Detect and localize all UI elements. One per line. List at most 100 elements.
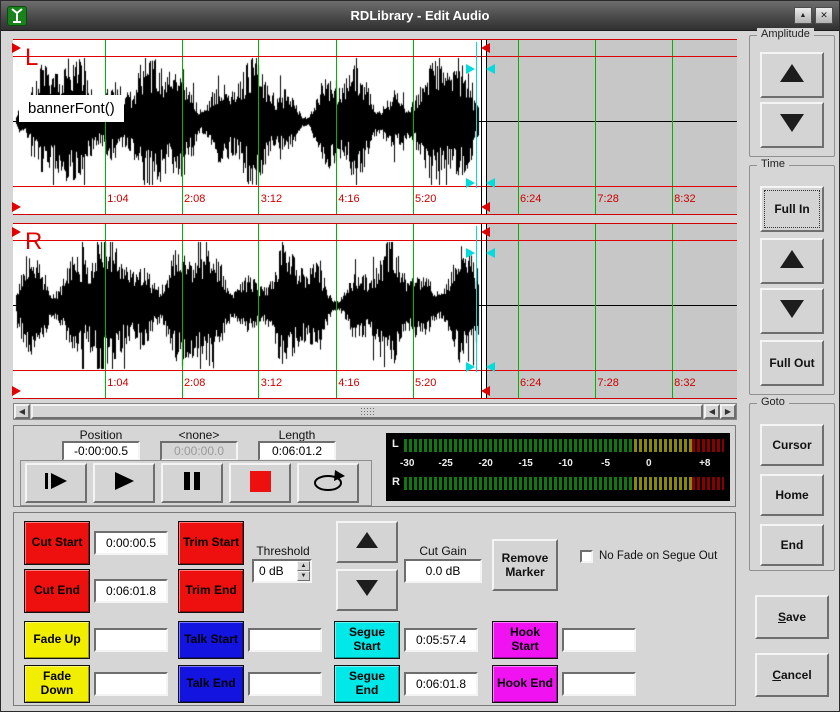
cut-start-marker[interactable] [12, 386, 21, 396]
hook-start-field[interactable] [562, 628, 636, 652]
talk-end-button[interactable]: Talk End [178, 665, 244, 703]
scroll-right-button[interactable]: ▶ [720, 404, 736, 419]
scroll-left-button-2[interactable]: ◀ [704, 404, 720, 419]
up-arrow-icon [779, 63, 805, 86]
threshold-spin-down[interactable]: ▼ [297, 571, 310, 581]
segue-end-marker[interactable] [486, 248, 495, 258]
remove-marker-button[interactable]: Remove Marker [492, 539, 558, 591]
gain-up-button[interactable] [336, 521, 398, 563]
trim-start-button[interactable]: Trim Start [178, 521, 244, 565]
cut-end-marker[interactable] [481, 227, 490, 237]
time-label: 5:20 [415, 193, 436, 205]
no-fade-label: No Fade on Segue Out [599, 550, 717, 562]
cut-start-field[interactable]: 0:00:00.5 [94, 531, 168, 555]
segue-end-field[interactable]: 0:06:01.8 [404, 672, 478, 696]
talk-start-button[interactable]: Talk Start [178, 621, 244, 659]
cut-end-button[interactable]: Cut End [24, 569, 90, 613]
talk-end-field[interactable] [248, 672, 322, 696]
meter-scale-label: -30 [400, 458, 414, 469]
amplitude-up-button[interactable] [760, 52, 824, 98]
goto-cursor-button[interactable]: Cursor [760, 424, 824, 466]
cut-start-marker[interactable] [12, 202, 21, 212]
segue-start-marker[interactable] [466, 64, 475, 74]
shade-button[interactable]: ▲ [794, 7, 812, 24]
time-zoom-out-button[interactable] [760, 288, 824, 334]
amplitude-down-button[interactable] [760, 102, 824, 148]
up-arrow-icon [355, 531, 379, 552]
cut-start-marker[interactable] [12, 43, 21, 53]
cut-end-line [481, 40, 482, 214]
segue-start-button[interactable]: Segue Start [334, 621, 400, 659]
cut-end-marker[interactable] [481, 202, 490, 212]
time-gridline [182, 224, 183, 398]
talk-start-field[interactable] [248, 628, 322, 652]
threshold-spin-up[interactable]: ▲ [297, 561, 310, 571]
meter-yellow-segments [634, 477, 692, 490]
threshold-label: Threshold [248, 544, 318, 558]
channel-label-left: L [25, 44, 38, 72]
segue-start-marker[interactable] [466, 178, 475, 188]
play-icon [113, 471, 135, 494]
waveform-panel-right[interactable]: 1:042:083:124:165:206:247:288:32 R [13, 223, 737, 399]
scroll-right-icon: ▶ [725, 407, 731, 416]
cut-end-field[interactable]: 0:06:01.8 [94, 579, 168, 603]
time-label: 1:04 [107, 193, 128, 205]
pause-button[interactable] [161, 463, 223, 503]
stop-button[interactable] [229, 463, 291, 503]
edit-markers-panel: Cut Start 0:00:00.5 Trim Start Cut End 0… [13, 512, 736, 706]
full-in-button[interactable]: Full In [760, 186, 824, 232]
amplitude-group: Amplitude [749, 35, 835, 157]
hook-end-field[interactable] [562, 672, 636, 696]
audio-meter: L -30-25-20-15-10-50+8 R [386, 433, 730, 501]
goto-end-button[interactable]: End [760, 524, 824, 566]
time-gridline [105, 40, 106, 214]
segue-end-marker[interactable] [486, 64, 495, 74]
trim-end-button[interactable]: Trim End [178, 569, 244, 613]
close-button[interactable]: ✕ [815, 7, 833, 24]
fade-down-button[interactable]: Fade Down [24, 665, 90, 703]
play-from-start-button[interactable] [25, 463, 87, 503]
cut-end-marker[interactable] [481, 386, 490, 396]
full-out-button[interactable]: Full Out [760, 340, 824, 386]
meter-scale-label: -20 [478, 458, 492, 469]
segue-end-button[interactable]: Segue End [334, 665, 400, 703]
time-gridline [518, 40, 519, 214]
scrollbar-thumb[interactable] [31, 404, 703, 419]
save-button[interactable]: Save [755, 595, 829, 639]
time-label: 6:24 [520, 193, 541, 205]
fade-up-button[interactable]: Fade Up [24, 621, 90, 659]
titlebar[interactable]: RDLibrary - Edit Audio ▲ ✕ [1, 1, 839, 31]
meter-red-segments [692, 477, 724, 490]
segue-start-marker[interactable] [466, 248, 475, 258]
gain-down-button[interactable] [336, 569, 398, 611]
segue-start-marker[interactable] [466, 362, 475, 372]
play-button[interactable] [93, 463, 155, 503]
segue-end-marker[interactable] [486, 178, 495, 188]
fade-up-field[interactable] [94, 628, 168, 652]
stop-icon [250, 471, 271, 495]
time-label: 8:32 [674, 377, 695, 389]
length-label: Length [258, 428, 336, 442]
cut-end-marker[interactable] [481, 43, 490, 53]
segue-start-field[interactable]: 0:05:57.4 [404, 628, 478, 652]
waveform-scrollbar[interactable]: ◀ ◀ ▶ [13, 403, 737, 420]
fade-down-field[interactable] [94, 672, 168, 696]
hook-start-button[interactable]: Hook Start [492, 621, 558, 659]
meter-left-label: L [392, 438, 399, 450]
hook-end-button[interactable]: Hook End [492, 665, 558, 703]
scroll-left-button[interactable]: ◀ [14, 404, 30, 419]
cut-start-button[interactable]: Cut Start [24, 521, 90, 565]
cut-start-marker[interactable] [12, 227, 21, 237]
waveform-panel-left[interactable]: 1:042:083:124:165:206:247:288:32 L banne… [13, 39, 737, 215]
no-fade-checkbox[interactable] [580, 550, 593, 563]
goto-home-button[interactable]: Home [760, 474, 824, 516]
threshold-spinbox[interactable]: 0 dB ▲ ▼ [252, 559, 312, 583]
channel-label-right: R [25, 228, 42, 256]
segue-end-marker[interactable] [486, 362, 495, 372]
cut-gain-field[interactable]: 0.0 dB [404, 559, 482, 583]
loop-button[interactable] [297, 463, 359, 503]
meter-yellow-segments [634, 439, 692, 452]
cancel-button[interactable]: Cancel [755, 653, 829, 697]
spin-down-icon: ▼ [301, 573, 307, 579]
time-zoom-in-button[interactable] [760, 238, 824, 284]
